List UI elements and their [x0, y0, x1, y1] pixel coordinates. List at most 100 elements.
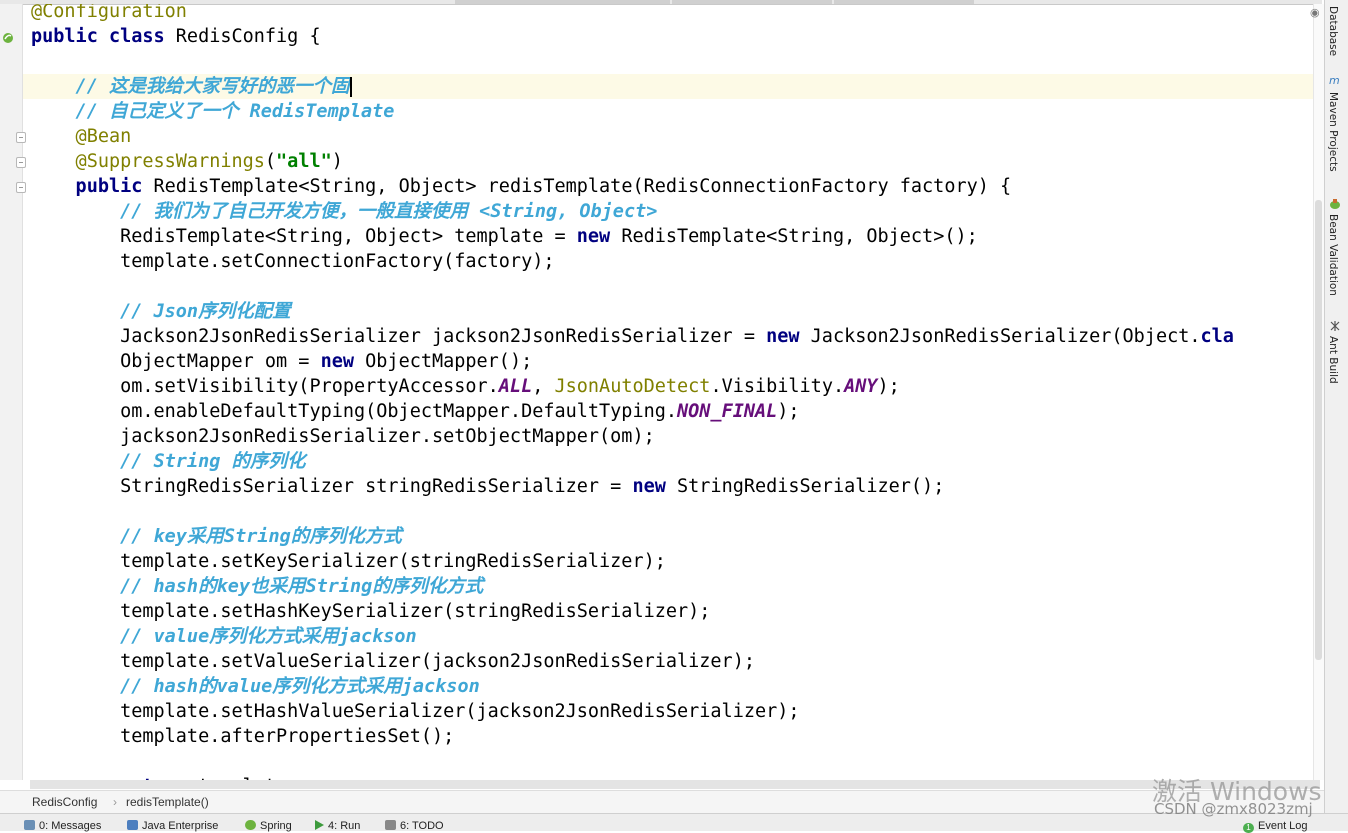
- code-token: "all": [276, 151, 332, 172]
- csdn-watermark: CSDN @zmx8023zmj: [1154, 800, 1313, 818]
- code-line[interactable]: template.setHashKeySerializer(stringRedi…: [31, 599, 710, 624]
- code-token: @SuppressWarnings: [31, 151, 265, 172]
- code-token: ObjectMapper om =: [31, 351, 321, 372]
- code-line[interactable]: Jackson2JsonRedisSerializer jackson2Json…: [31, 324, 1234, 349]
- code-token: template.setConnectionFactory(factory);: [31, 251, 555, 272]
- code-line[interactable]: public RedisTemplate<String, Object> red…: [31, 174, 1012, 199]
- code-token: RedisTemplate<String, Object> redisTempl…: [153, 176, 1012, 197]
- code-line[interactable]: // hash的key也采用String的序列化方式: [31, 574, 483, 599]
- code-line[interactable]: @Configuration: [31, 4, 187, 24]
- code-line[interactable]: template.setValueSerializer(jackson2Json…: [31, 649, 755, 674]
- ant-build-icon: [1330, 321, 1340, 331]
- code-token: // hash的key也采用String的序列化方式: [31, 576, 484, 597]
- code-token: public: [31, 176, 154, 197]
- code-token: @Configuration: [31, 4, 187, 22]
- code-token: @Bean: [31, 126, 132, 147]
- code-token: om.enableDefaultTyping(ObjectMapper.Defa…: [31, 401, 678, 422]
- code-token: template.setHashValueSerializer(jackson2…: [31, 701, 800, 722]
- horizontal-scrollbar[interactable]: [30, 780, 1320, 789]
- scrollbar-thumb[interactable]: [1315, 200, 1322, 660]
- code-line[interactable]: public class RedisConfig {: [31, 24, 321, 49]
- code-line[interactable]: om.enableDefaultTyping(ObjectMapper.Defa…: [31, 399, 800, 424]
- breadcrumb: RedisConfig › redisTemplate(): [0, 790, 1324, 813]
- event-log-tool-button[interactable]: 1 Event Log: [1243, 819, 1308, 833]
- code-token: Jackson2JsonRedisSerializer jackson2Json…: [31, 326, 767, 347]
- run-tool-button[interactable]: 4: Run: [315, 819, 360, 833]
- breadcrumb-separator: ›: [113, 795, 117, 809]
- code-line[interactable]: // Json序列化配置: [31, 299, 291, 324]
- bean-validation-tool-tab[interactable]: Bean Validation: [1327, 214, 1339, 296]
- breadcrumb-class[interactable]: RedisConfig: [32, 795, 97, 809]
- code-token: new: [632, 476, 678, 497]
- breadcrumb-method[interactable]: redisTemplate(): [126, 795, 209, 809]
- code-token: RedisConfig {: [175, 26, 321, 47]
- database-tool-tab[interactable]: Database: [1327, 6, 1339, 56]
- code-token: new: [320, 351, 366, 372]
- code-token: // value序列化方式采用jackson: [31, 626, 417, 647]
- code-token: template.setValueSerializer(jackson2Json…: [31, 651, 755, 672]
- code-line[interactable]: om.setVisibility(PropertyAccessor.ALL, J…: [31, 374, 900, 399]
- code-token: ): [331, 151, 343, 172]
- code-line[interactable]: // 我们为了自己开发方便，一般直接使用 <String, Object>: [31, 199, 657, 224]
- code-line[interactable]: // 这是我给大家写好的恶一个固: [31, 74, 353, 99]
- code-line[interactable]: template.setKeySerializer(stringRedisSer…: [31, 549, 666, 574]
- code-token: // 自己定义了一个 RedisTemplate: [31, 101, 395, 122]
- text-caret: [350, 77, 353, 97]
- code-token: ObjectMapper();: [365, 351, 533, 372]
- code-line[interactable]: // 自己定义了一个 RedisTemplate: [31, 99, 395, 124]
- code-token: );: [777, 401, 800, 422]
- java-enterprise-tool-button[interactable]: Java Enterprise: [127, 819, 218, 833]
- code-line[interactable]: jackson2JsonRedisSerializer.setObjectMap…: [31, 424, 655, 449]
- code-token: Jackson2JsonRedisSerializer(Object.: [810, 326, 1201, 347]
- event-log-icon: 1: [1243, 823, 1254, 833]
- messages-icon: [24, 820, 35, 830]
- code-token: template.setHashKeySerializer(stringRedi…: [31, 601, 711, 622]
- ant-build-tool-tab[interactable]: Ant Build: [1327, 336, 1339, 384]
- code-token: // hash的value序列化方式采用jackson: [31, 676, 480, 697]
- todo-tool-button[interactable]: 6: TODO: [385, 819, 444, 833]
- code-line[interactable]: // key采用String的序列化方式: [31, 524, 402, 549]
- code-token: RedisTemplate<String, Object>();: [621, 226, 978, 247]
- code-editor[interactable]: @Configuration public class RedisConfig {…: [23, 4, 1313, 780]
- code-line[interactable]: StringRedisSerializer stringRedisSeriali…: [31, 474, 944, 499]
- code-line[interactable]: // value序列化方式采用jackson: [31, 624, 417, 649]
- code-line[interactable]: // String 的序列化: [31, 449, 305, 474]
- eye-icon[interactable]: ◉: [1310, 7, 1322, 18]
- code-line[interactable]: template.setHashValueSerializer(jackson2…: [31, 699, 800, 724]
- code-line[interactable]: // hash的value序列化方式采用jackson: [31, 674, 480, 699]
- code-token: ALL: [498, 376, 533, 397]
- code-token: template.setKeySerializer(stringRedisSer…: [31, 551, 666, 572]
- code-token: StringRedisSerializer stringRedisSeriali…: [31, 476, 633, 497]
- maven-projects-tool-tab[interactable]: Maven Projects: [1327, 92, 1339, 172]
- code-token: jackson2JsonRedisSerializer.setObjectMap…: [31, 426, 655, 447]
- editor-gutter[interactable]: [0, 4, 26, 780]
- spring-tool-button[interactable]: Spring: [245, 819, 292, 833]
- spring-bean-icon[interactable]: [2, 32, 14, 44]
- code-line[interactable]: ObjectMapper om = new ObjectMapper();: [31, 349, 532, 374]
- code-token: // Json序列化配置: [31, 301, 291, 322]
- code-token: cla: [1200, 326, 1234, 347]
- maven-icon: m: [1329, 74, 1340, 87]
- code-token: RedisTemplate<String, Object> template =: [31, 226, 577, 247]
- code-token: .Visibility.: [710, 376, 845, 397]
- code-token: // 我们为了自己开发方便，一般直接使用 <String, Object>: [31, 201, 658, 222]
- code-line[interactable]: template.afterPropertiesSet();: [31, 724, 454, 749]
- code-token: StringRedisSerializer();: [677, 476, 945, 497]
- code-token: // String 的序列化: [31, 451, 306, 472]
- code-token: NON_FINAL: [677, 401, 778, 422]
- code-line[interactable]: @Bean: [31, 124, 132, 149]
- bottom-tool-bar: 0: Messages Java Enterprise Spring 4: Ru…: [0, 813, 1348, 833]
- code-token: om.setVisibility(PropertyAccessor.: [31, 376, 499, 397]
- code-line[interactable]: @SuppressWarnings("all"): [31, 149, 343, 174]
- code-line[interactable]: RedisTemplate<String, Object> template =…: [31, 224, 978, 249]
- code-token: ANY: [844, 376, 878, 397]
- bean-validation-icon: [1330, 199, 1340, 209]
- code-line[interactable]: template.setConnectionFactory(factory);: [31, 249, 554, 274]
- code-token: );: [877, 376, 900, 397]
- code-token: (: [264, 151, 277, 172]
- code-token: public class: [31, 26, 176, 47]
- run-icon: [315, 820, 324, 830]
- code-token: template.afterPropertiesSet();: [31, 726, 455, 747]
- messages-tool-button[interactable]: 0: Messages: [24, 819, 101, 833]
- code-token: // 这是我给大家写好的恶一个固: [31, 76, 350, 97]
